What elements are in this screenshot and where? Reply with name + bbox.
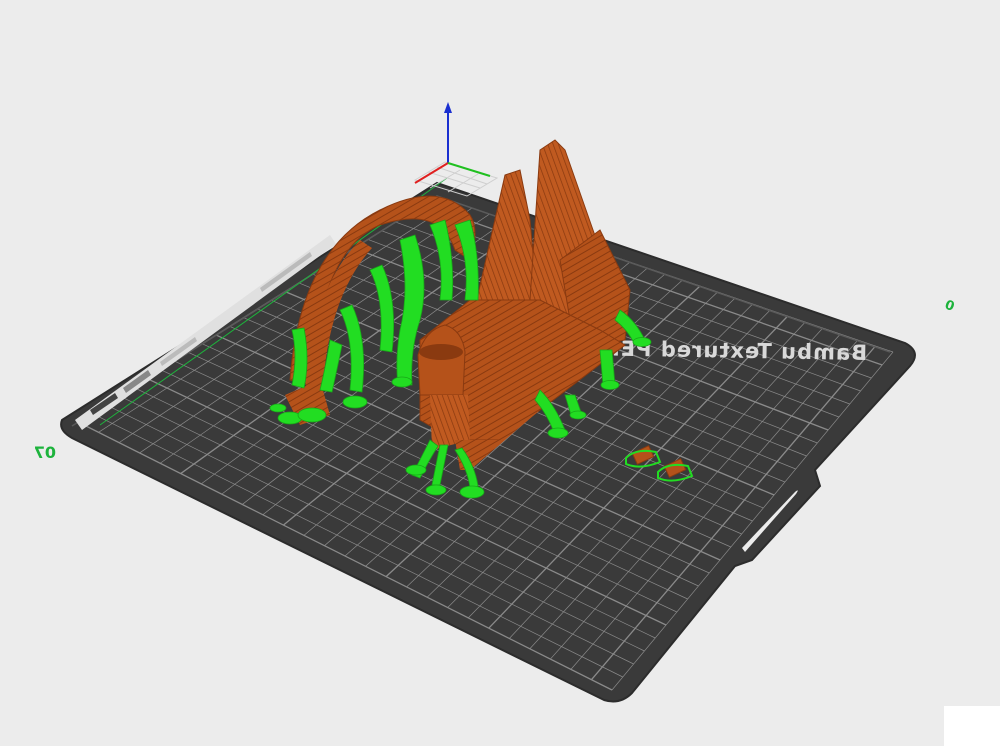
- corner-patch: [944, 706, 1000, 746]
- axis-gizmo-icon[interactable]: [413, 102, 499, 197]
- 3d-viewport[interactable]: Bambu Textured PEI Pla 07 0: [0, 0, 1000, 746]
- axis-label-right: 0: [943, 298, 957, 315]
- axis-label-left: 07: [34, 443, 56, 462]
